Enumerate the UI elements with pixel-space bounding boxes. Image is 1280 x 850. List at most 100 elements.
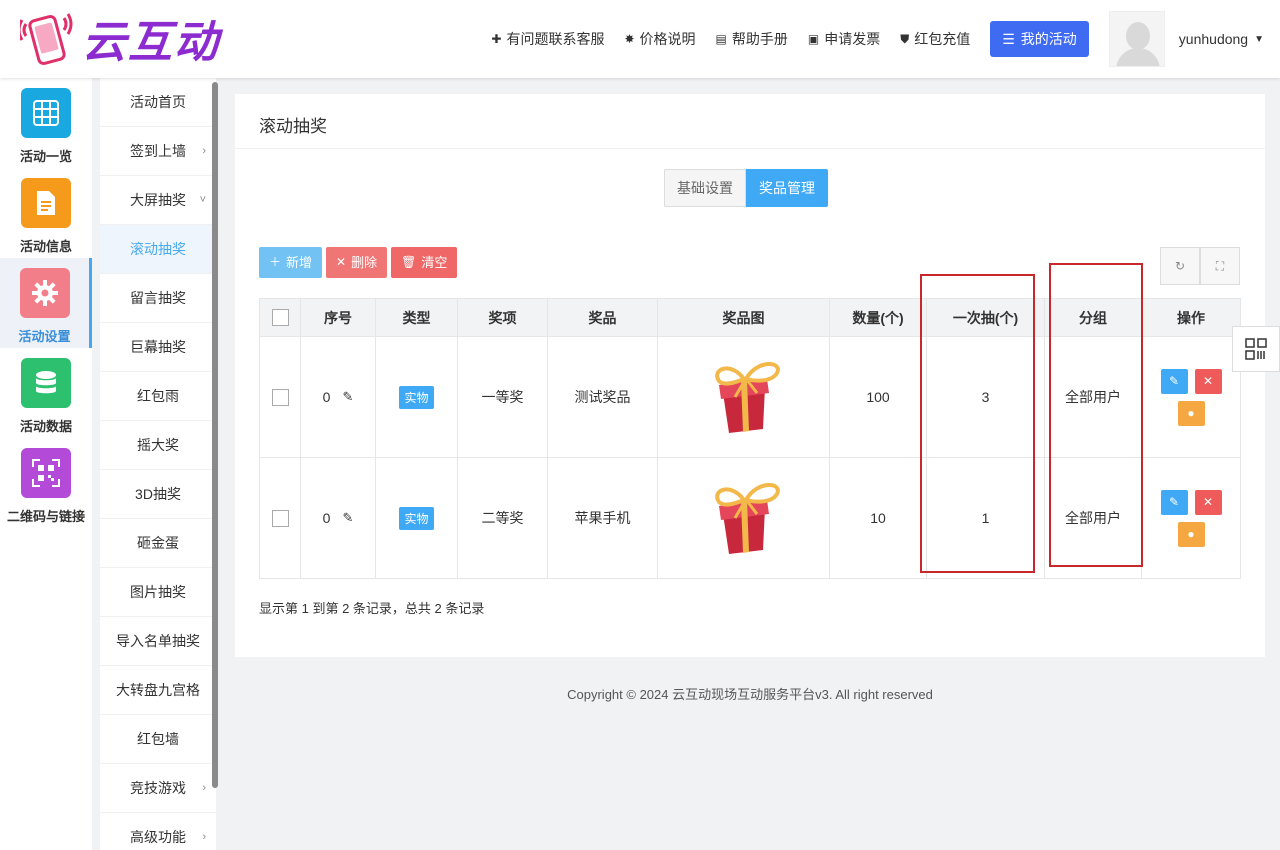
chevron-right-icon: ›: [202, 831, 206, 843]
submenu-label: 竞技游戏: [130, 780, 186, 796]
submenu-scrollbar[interactable]: [212, 82, 218, 788]
prize-image-cell: [657, 336, 830, 458]
quantity-cell: 10: [829, 457, 927, 579]
award-cell: 二等奖: [457, 457, 548, 579]
shield-icon: ⛊: [900, 31, 910, 46]
prize-image-cell: [657, 457, 830, 579]
my-activity-button[interactable]: ☰ 我的活动: [990, 21, 1089, 57]
floating-qrcode-button[interactable]: [1232, 326, 1280, 372]
submenu-item-message-lottery[interactable]: 留言抽奖: [100, 274, 216, 323]
trash-icon: 🗑: [401, 255, 417, 269]
user-menu[interactable]: yunhudong ▼: [1179, 31, 1264, 47]
pencil-icon[interactable]: ✎: [342, 510, 353, 526]
clear-label: 清空: [421, 255, 448, 270]
add-button[interactable]: ＋ 新增: [259, 247, 323, 278]
submenu-item-golden-egg[interactable]: 砸金蛋: [100, 519, 216, 568]
pencil-icon: ✎: [1168, 374, 1180, 388]
topnav-support-link[interactable]: ✚ 有问题联系客服: [491, 29, 604, 49]
submenu-label: 摇大奖: [137, 437, 179, 453]
edit-button[interactable]: ✎: [1160, 489, 1188, 515]
page-title: 滚动抽奖: [259, 117, 327, 136]
submenu-item-image-lottery[interactable]: 图片抽奖: [100, 568, 216, 617]
submenu-label: 高级功能: [130, 829, 186, 845]
sidebar-item-overview[interactable]: 活动一览: [0, 78, 92, 168]
submenu-label: 砸金蛋: [137, 535, 179, 551]
remove-button[interactable]: ✕: [1194, 368, 1222, 394]
grid-icon: [21, 88, 71, 138]
prize-cell: 苹果手机: [547, 457, 658, 579]
avatar[interactable]: [1108, 11, 1165, 67]
sidebar-item-info[interactable]: 活动信息: [0, 168, 92, 258]
pagination-summary: 显示第 1 到第 2 条记录，总共 2 条记录: [259, 601, 485, 616]
topnav-recharge-link[interactable]: ⛊ 红包充值: [900, 29, 970, 49]
badge-icon: ✸: [624, 32, 635, 46]
topnav-label: 价格说明: [639, 31, 696, 47]
submenu-item-giant-lottery[interactable]: 巨幕抽奖: [100, 323, 216, 372]
user-icon: ●: [1187, 527, 1195, 541]
submenu-item-big-screen-lottery[interactable]: 大屏抽奖 ˅: [100, 176, 216, 225]
refresh-button[interactable]: ↻: [1160, 247, 1200, 285]
brand-logo[interactable]: 云互动: [20, 10, 220, 67]
submenu-label: 活动首页: [130, 94, 186, 110]
sidebar-item-qrcode[interactable]: 二维码与链接: [0, 438, 92, 528]
topnav-manual-link[interactable]: ▤ 帮助手册: [716, 29, 788, 49]
gift-box-image: [714, 362, 780, 433]
gift-box-image: [714, 483, 780, 554]
row-checkbox[interactable]: [271, 509, 289, 527]
sidebar-item-label: 活动设置: [18, 329, 71, 344]
sidebar-item-label: 活动数据: [19, 419, 72, 434]
column-header: 奖项: [457, 298, 548, 337]
chevron-right-icon: ›: [202, 782, 206, 794]
submenu-item-wheel-grid[interactable]: 大转盘九宫格: [100, 666, 216, 715]
column-header: 奖品: [547, 298, 658, 337]
type-cell: 实物: [375, 336, 458, 458]
sidebar-item-label: 活动一览: [19, 149, 72, 164]
qrcode-icon: [1245, 338, 1267, 360]
submenu-item-3d-lottery[interactable]: 3D抽奖: [100, 470, 216, 519]
row-select-cell: [259, 457, 301, 579]
seq-cell: 0 ✎: [300, 457, 376, 579]
edit-button[interactable]: ✎: [1160, 368, 1188, 394]
close-icon: ✕: [1202, 374, 1214, 388]
sidebar-item-data[interactable]: 活动数据: [0, 348, 92, 438]
caret-down-icon: ▼: [1254, 33, 1264, 45]
assign-user-button[interactable]: ●: [1177, 400, 1205, 426]
assign-user-button[interactable]: ●: [1177, 521, 1205, 547]
actions-cell: ✎ ✕ ●: [1141, 457, 1241, 579]
select-all-checkbox[interactable]: [271, 309, 289, 327]
remove-button[interactable]: ✕: [1194, 489, 1222, 515]
pencil-icon: ✎: [1168, 495, 1180, 509]
submenu-item-advanced[interactable]: 高级功能 ›: [100, 813, 216, 850]
delete-label: 删除: [351, 255, 378, 270]
seq-value: 0: [322, 389, 331, 405]
row-select-cell: [259, 336, 301, 458]
submenu-item-home[interactable]: 活动首页: [100, 78, 216, 127]
printer-icon: ▣: [807, 32, 820, 46]
tab-prize-management[interactable]: 奖品管理: [746, 169, 828, 207]
topnav-pricing-link[interactable]: ✸ 价格说明: [624, 29, 695, 49]
submenu-item-red-packet-rain[interactable]: 红包雨: [100, 372, 216, 421]
delete-button[interactable]: ✕ 删除: [326, 247, 388, 278]
sidebar-item-settings[interactable]: 活动设置: [0, 258, 92, 348]
fullscreen-button[interactable]: ⛶: [1200, 247, 1240, 285]
submenu-item-scroll-lottery[interactable]: 滚动抽奖: [100, 225, 216, 274]
add-label: 新增: [286, 255, 313, 270]
submenu-item-shake[interactable]: 摇大奖: [100, 421, 216, 470]
username: yunhudong: [1178, 31, 1249, 47]
submenu-label: 签到上墙: [130, 143, 186, 159]
submenu-item-signin-wall[interactable]: 签到上墙 ›: [100, 127, 216, 176]
submenu-item-import-list-lottery[interactable]: 导入名单抽奖: [100, 617, 216, 666]
pencil-icon[interactable]: ✎: [342, 389, 353, 405]
row-checkbox[interactable]: [271, 388, 289, 406]
clear-button[interactable]: 🗑 清空: [391, 247, 458, 278]
type-badge: 实物: [399, 506, 434, 530]
submenu-item-red-packet-wall[interactable]: 红包墙: [100, 715, 216, 764]
submenu-label: 3D抽奖: [135, 486, 181, 502]
column-header: 类型: [375, 298, 458, 337]
tab-basic-settings[interactable]: 基础设置: [664, 169, 746, 207]
topnav-invoice-link[interactable]: ▣ 申请发票: [808, 29, 880, 49]
database-icon: [21, 358, 71, 408]
phone-logo-icon: [20, 13, 73, 65]
submenu-item-competitive-games[interactable]: 竞技游戏 ›: [100, 764, 216, 813]
submenu-label: 图片抽奖: [130, 584, 186, 600]
